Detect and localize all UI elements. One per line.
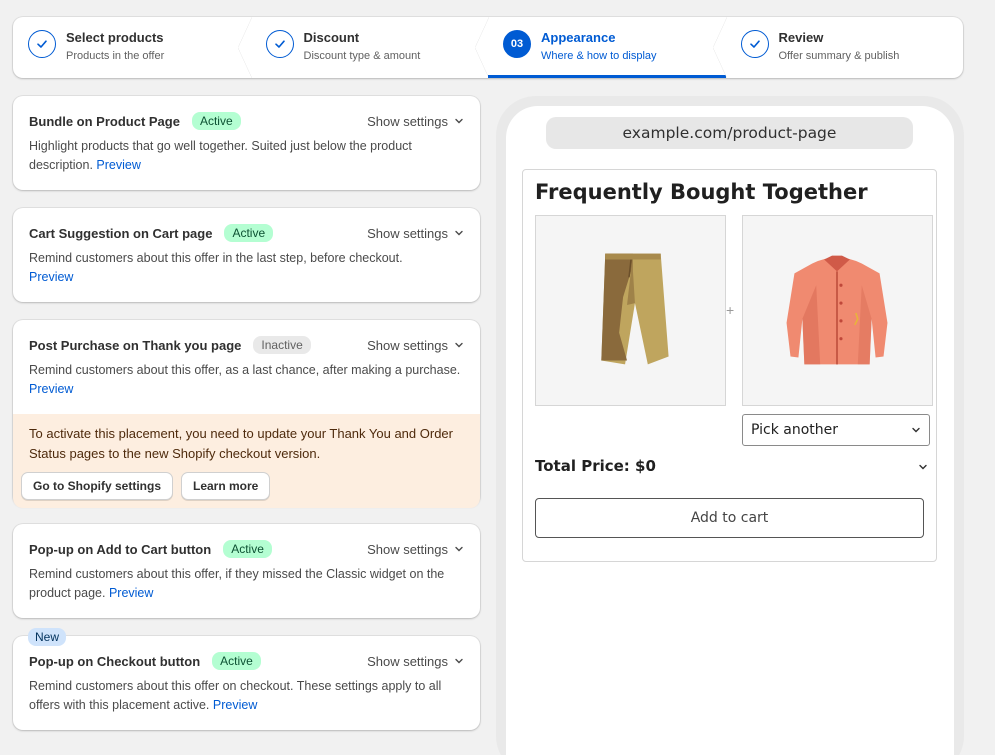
step-select-products[interactable]: Select products Products in the offer	[13, 17, 251, 78]
placement-title: Bundle on Product Page	[29, 113, 180, 129]
preview-link[interactable]: Preview	[29, 270, 73, 284]
chevron-down-icon	[455, 118, 463, 124]
url-bar: example.com/product-page	[546, 117, 913, 149]
status-badge: Active	[212, 652, 261, 670]
check-icon	[740, 30, 769, 58]
chevron-down-icon[interactable]	[918, 462, 928, 472]
status-badge: Active	[224, 224, 274, 242]
step-subtitle: Where & how to display	[541, 50, 657, 62]
step-title: Review	[778, 30, 824, 45]
add-to-cart-button[interactable]: Add to cart	[535, 498, 924, 538]
show-settings-button[interactable]: Show settings	[367, 338, 464, 353]
chevron-down-icon	[455, 230, 463, 236]
chevron-down-icon	[455, 342, 463, 348]
placement-description: Remind customers about this offer, if th…	[29, 567, 445, 600]
placement-card-thank-you-page: Post Purchase on Thank you page Inactive…	[13, 320, 480, 508]
placement-title: Pop-up on Add to Cart button	[29, 541, 212, 557]
step-title: Select products	[66, 30, 164, 45]
show-settings-label: Show settings	[367, 225, 448, 241]
banner-text: To activate this placement, you need to …	[29, 426, 453, 461]
step-appearance[interactable]: 03 Appearance Where & how to display	[488, 17, 726, 78]
placement-description: Remind customers about this offer in the…	[29, 251, 403, 284]
preview-link[interactable]: Preview	[29, 382, 73, 396]
chevron-down-icon	[455, 658, 463, 664]
show-settings-button[interactable]: Show settings	[367, 226, 464, 241]
new-badge: New	[28, 628, 67, 646]
step-discount[interactable]: Discount Discount type & amount	[251, 17, 489, 78]
shorts-image	[601, 253, 669, 365]
placement-title: Post Purchase on Thank you page	[29, 337, 242, 353]
preview-link[interactable]: Preview	[213, 698, 257, 712]
placement-description: Remind customers about this offer, as a …	[29, 363, 461, 396]
step-title: Appearance	[541, 30, 616, 45]
placement-card-product-page: Bundle on Product Page Active Show setti…	[13, 96, 480, 190]
go-to-shopify-settings-button[interactable]: Go to Shopify settings	[21, 472, 173, 500]
product-image-shirt[interactable]	[742, 215, 933, 406]
show-settings-label: Show settings	[367, 541, 448, 557]
step-subtitle: Offer summary & publish	[778, 50, 900, 62]
placement-description: Remind customers about this offer on che…	[29, 679, 442, 712]
phone-screen: example.com/product-page Frequently Boug…	[506, 106, 954, 755]
product-image-shorts[interactable]	[535, 215, 726, 406]
show-settings-button[interactable]: Show settings	[367, 114, 464, 129]
placement-description: Highlight products that go well together…	[29, 139, 412, 172]
progress-stepper: Select products Products in the offer Di…	[13, 17, 963, 78]
show-settings-label: Show settings	[367, 337, 448, 353]
placement-title: Pop-up on Checkout button	[29, 653, 201, 669]
show-settings-label: Show settings	[367, 113, 448, 129]
chevron-down-icon	[912, 427, 920, 433]
pick-another-label: Pick another	[751, 422, 839, 438]
check-icon	[265, 30, 294, 58]
placement-card-add-to-cart-popup: Pop-up on Add to Cart button Active Show…	[13, 524, 480, 618]
step-subtitle: Discount type & amount	[303, 50, 421, 62]
plus-separator: +	[726, 302, 735, 318]
placement-card-cart-page: Cart Suggestion on Cart page Active Show…	[13, 208, 480, 302]
preview-link[interactable]: Preview	[96, 158, 140, 172]
status-badge: Active	[191, 112, 241, 130]
show-settings-label: Show settings	[367, 653, 448, 669]
total-price: Total Price: $0	[535, 457, 656, 475]
status-badge: Active	[223, 540, 272, 558]
step-number-badge: 03	[503, 30, 531, 58]
chevron-down-icon	[455, 546, 463, 552]
step-title: Discount	[303, 30, 360, 45]
placement-title: Cart Suggestion on Cart page	[29, 225, 213, 241]
placement-card-checkout-popup: New Pop-up on Checkout button Active Sho…	[13, 628, 480, 730]
widget-title: Frequently Bought Together	[535, 180, 868, 204]
warning-banner: To activate this placement, you need to …	[13, 414, 480, 508]
preview-link[interactable]: Preview	[109, 586, 153, 600]
step-subtitle: Products in the offer	[66, 50, 165, 62]
step-review[interactable]: Review Offer summary & publish	[726, 17, 964, 78]
show-settings-button[interactable]: Show settings	[367, 542, 464, 557]
shirt-image	[786, 255, 888, 365]
learn-more-button[interactable]: Learn more	[181, 472, 271, 500]
phone-preview-frame: example.com/product-page Frequently Boug…	[496, 96, 964, 755]
check-icon	[28, 30, 56, 58]
frequently-bought-together-widget: Frequently Bought Together + Pick anothe…	[522, 169, 937, 562]
pick-another-select[interactable]: Pick another	[742, 414, 930, 446]
status-badge: Inactive	[253, 336, 311, 354]
show-settings-button[interactable]: Show settings	[367, 654, 464, 669]
